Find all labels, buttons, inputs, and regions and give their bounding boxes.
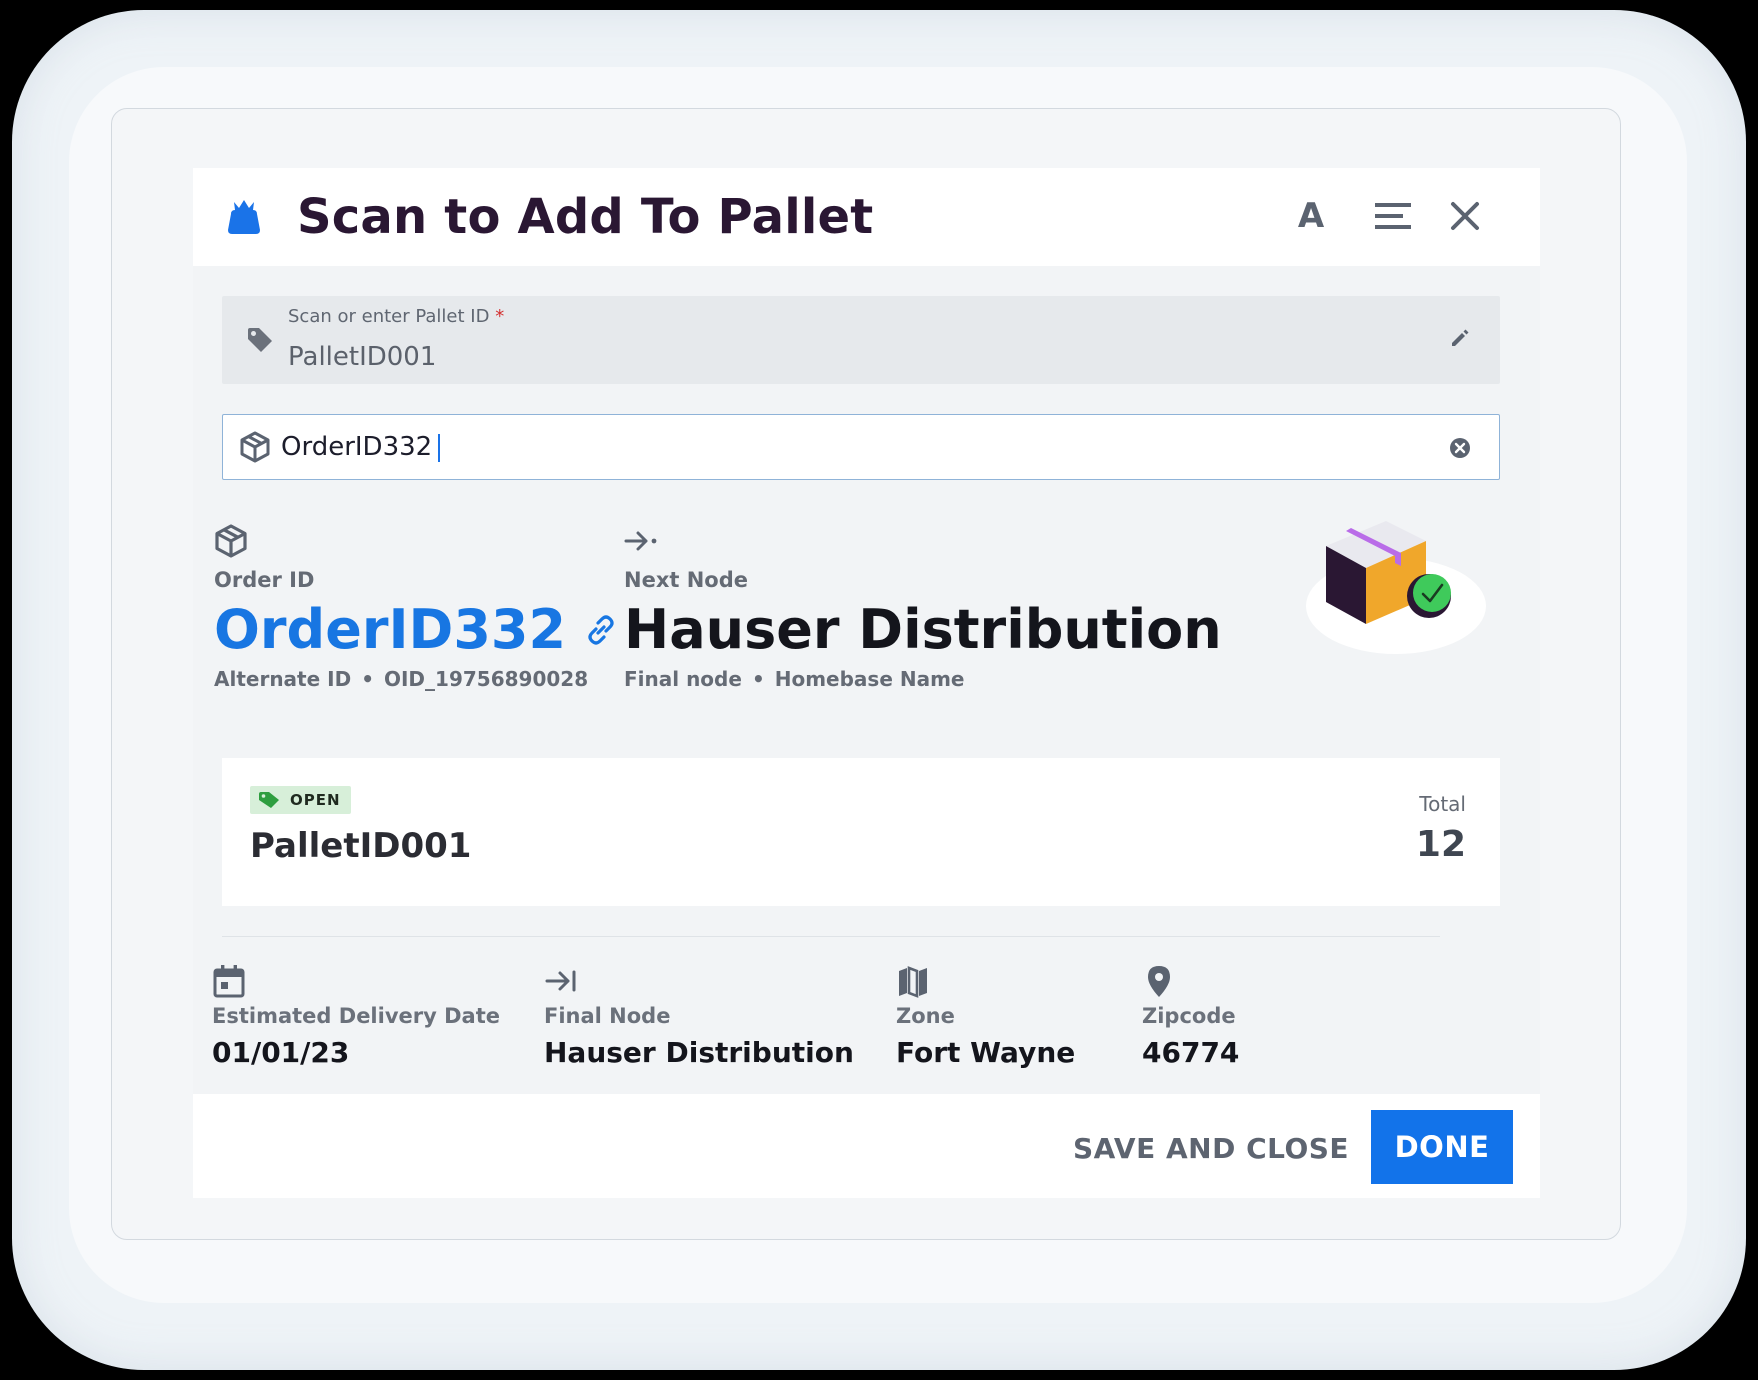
detail-label: Zipcode bbox=[1142, 1004, 1236, 1028]
arrow-to-end-icon bbox=[545, 970, 576, 992]
detail-final-node: Final Node Hauser Distribution bbox=[544, 964, 854, 1069]
pallet-id: PalletID001 bbox=[250, 826, 472, 866]
pallet-id-field[interactable]: Scan or enter Pallet ID * PalletID001 bbox=[222, 296, 1500, 384]
arrow-right-dot-icon bbox=[624, 531, 657, 551]
font-size-button[interactable]: A bbox=[1289, 194, 1333, 238]
package-icon bbox=[215, 524, 247, 558]
order-id-input-value: OrderID332 bbox=[281, 432, 441, 462]
detail-delivery-date: Estimated Delivery Date 01/01/23 bbox=[212, 964, 500, 1069]
alternate-id: Alternate ID • OID_19756890028 bbox=[214, 667, 589, 691]
pallet-id-label: Scan or enter Pallet ID * bbox=[288, 306, 505, 327]
location-pin-icon bbox=[1148, 966, 1170, 997]
clear-input-icon[interactable] bbox=[1449, 437, 1471, 459]
save-and-close-button[interactable]: SAVE AND CLOSE bbox=[1073, 1120, 1349, 1176]
order-id-block: Order ID OrderID332 Alternate ID • OID_197… bbox=[214, 524, 618, 691]
edit-pencil-icon[interactable] bbox=[1448, 326, 1472, 350]
total-label: Total bbox=[1419, 792, 1466, 816]
text-align-button[interactable] bbox=[1371, 194, 1415, 238]
pallet-id-value: PalletID001 bbox=[288, 342, 437, 372]
map-icon bbox=[899, 966, 927, 998]
detail-label: Estimated Delivery Date bbox=[212, 1004, 501, 1028]
final-node-info: Final node • Homebase Name bbox=[624, 667, 965, 691]
order-id-value: OrderID332 bbox=[214, 598, 567, 661]
close-button[interactable] bbox=[1443, 194, 1487, 238]
detail-zone: Zone Fort Wayne bbox=[896, 964, 1075, 1069]
detail-zipcode: Zipcode 46774 bbox=[1142, 964, 1239, 1069]
status-text: OPEN bbox=[290, 791, 341, 809]
divider bbox=[222, 936, 1440, 937]
text-caret bbox=[438, 433, 441, 462]
detail-value: Hauser Distribution bbox=[544, 1036, 854, 1069]
detail-value: 01/01/23 bbox=[212, 1036, 350, 1069]
done-button[interactable]: DONE bbox=[1371, 1110, 1513, 1184]
detail-label: Zone bbox=[896, 1004, 955, 1028]
scan-dialog: Scan to Add To Pallet A Scan or enter Pa… bbox=[193, 168, 1540, 1198]
next-node-label: Next Node bbox=[624, 568, 748, 592]
package-icon bbox=[240, 431, 270, 463]
detail-value: Fort Wayne bbox=[896, 1036, 1076, 1069]
tag-icon bbox=[259, 792, 279, 808]
close-icon bbox=[1451, 202, 1479, 230]
dialog-body: Scan or enter Pallet ID * PalletID001 Or… bbox=[193, 266, 1540, 1094]
next-node-value: Hauser Distribution bbox=[624, 598, 1222, 661]
package-check-illustration bbox=[1306, 521, 1486, 654]
order-id-input[interactable]: OrderID332 bbox=[222, 414, 1500, 480]
text-align-icon bbox=[1375, 203, 1411, 229]
tag-icon bbox=[248, 328, 272, 352]
status-badge: OPEN bbox=[250, 786, 351, 814]
detail-value: 46774 bbox=[1142, 1036, 1240, 1069]
order-id-label: Order ID bbox=[214, 568, 315, 592]
total-value: 12 bbox=[1415, 824, 1466, 865]
pallet-bag-icon bbox=[228, 200, 260, 234]
calendar-icon bbox=[213, 965, 245, 998]
required-marker: * bbox=[495, 306, 505, 327]
detail-label: Final Node bbox=[544, 1004, 671, 1028]
link-icon bbox=[588, 614, 614, 645]
dialog-title: Scan to Add To Pallet bbox=[297, 189, 874, 245]
next-node-block: Next Node Hauser Distribution Final node… bbox=[624, 524, 1222, 691]
pallet-card: OPEN PalletID001 Total 12 bbox=[222, 758, 1500, 906]
order-id-link[interactable]: OrderID332 bbox=[214, 598, 618, 661]
dialog-footer: SAVE AND CLOSE DONE bbox=[193, 1094, 1540, 1198]
dialog-header: Scan to Add To Pallet A bbox=[193, 168, 1540, 266]
